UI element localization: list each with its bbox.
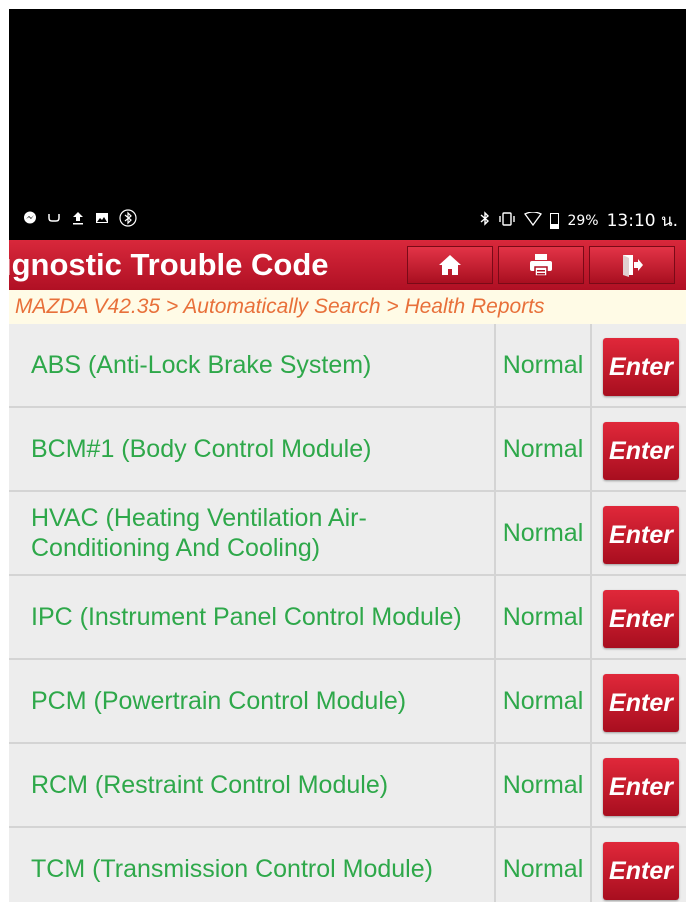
upload-icon	[71, 211, 85, 229]
module-name: ABS (Anti-Lock Brake System)	[31, 351, 372, 379]
module-status: Normal	[494, 744, 592, 826]
module-status: Normal	[494, 408, 592, 490]
module-name: IPC (Instrument Panel Control Module)	[31, 603, 462, 631]
home-button[interactable]	[407, 246, 493, 284]
module-status: Normal	[494, 324, 592, 406]
status-bar: 29% 13:10 น.	[9, 199, 686, 240]
title-bar: ıgnostic Trouble Code	[9, 240, 686, 290]
wifi-icon	[524, 210, 543, 230]
module-row: TCM (Transmission Control Module) Normal…	[9, 828, 686, 902]
enter-button[interactable]: Enter	[603, 674, 679, 732]
module-row: PCM (Powertrain Control Module) Normal E…	[9, 660, 686, 744]
enter-button[interactable]: Enter	[603, 590, 679, 648]
exit-button[interactable]	[589, 246, 675, 284]
module-row: HVAC (Heating Ventilation Air-Conditioni…	[9, 492, 686, 576]
vibrate-icon	[498, 211, 516, 230]
module-name: TCM (Transmission Control Module)	[31, 855, 433, 883]
module-status: Normal	[494, 492, 592, 574]
exit-icon	[620, 253, 644, 277]
module-name: HVAC (Heating Ventilation Air-Conditioni…	[31, 504, 367, 562]
module-row: BCM#1 (Body Control Module) Normal Enter	[9, 408, 686, 492]
module-status: Normal	[494, 576, 592, 658]
module-status: Normal	[494, 660, 592, 742]
breadcrumb: MAZDA V42.35 > Automatically Search > He…	[9, 290, 686, 324]
module-row: IPC (Instrument Panel Control Module) No…	[9, 576, 686, 660]
status-right-group: 29% 13:10 น.	[480, 207, 678, 234]
bluetooth-icon	[480, 211, 490, 230]
page-title: ıgnostic Trouble Code	[9, 247, 329, 282]
enter-button[interactable]: Enter	[603, 758, 679, 816]
battery-icon	[550, 212, 560, 229]
module-status: Normal	[494, 828, 592, 902]
enter-button[interactable]: Enter	[603, 842, 679, 900]
messenger-icon	[23, 211, 37, 229]
print-icon	[528, 253, 554, 277]
status-time: 13:10 น.	[606, 211, 678, 231]
module-name: PCM (Powertrain Control Module)	[31, 687, 407, 715]
enter-button[interactable]: Enter	[603, 338, 679, 396]
status-left-icons	[23, 209, 137, 231]
image-icon	[95, 211, 109, 229]
module-list: ABS (Anti-Lock Brake System) Normal Ente…	[9, 324, 686, 902]
enter-button[interactable]: Enter	[603, 506, 679, 564]
usb-debug-icon	[47, 211, 61, 229]
blank-black-area	[9, 9, 686, 199]
module-name: BCM#1 (Body Control Module)	[31, 435, 372, 463]
app-frame: 29% 13:10 น. ıgnostic Trouble Code MAZDA…	[9, 9, 686, 902]
battery-percent: 29%	[567, 212, 599, 229]
enter-button[interactable]: Enter	[603, 422, 679, 480]
module-row: RCM (Restraint Control Module) Normal En…	[9, 744, 686, 828]
print-button[interactable]	[498, 246, 584, 284]
bluetooth-settings-icon	[119, 209, 137, 231]
home-icon	[438, 254, 462, 276]
module-name: RCM (Restraint Control Module)	[31, 771, 389, 799]
module-row: ABS (Anti-Lock Brake System) Normal Ente…	[9, 324, 686, 408]
